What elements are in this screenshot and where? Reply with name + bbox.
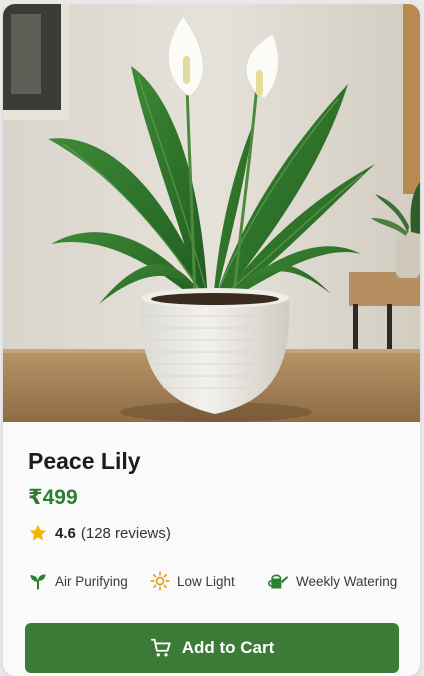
product-image: [3, 4, 420, 422]
sprout-icon: [30, 574, 46, 590]
watering-can-icon: [268, 574, 288, 589]
feature-list: Air Purifying Low Light Weekly Watering: [28, 569, 400, 593]
rating-count: (128 reviews): [80, 524, 171, 542]
cart-icon: [150, 638, 171, 657]
feature-low-light: Low Light: [150, 569, 235, 593]
sun-icon: [150, 571, 170, 591]
feature-air-purifying: Air Purifying: [28, 569, 128, 593]
rating: 4.6 (128 reviews): [28, 522, 171, 544]
product-title: Peace Lily: [28, 448, 141, 474]
product-card: Peace Lily ₹499 4.6 (128 reviews) Air Pu…: [3, 4, 420, 676]
product-price: ₹499: [28, 486, 78, 509]
feature-label: Weekly Watering: [296, 573, 398, 589]
feature-label: Air Purifying: [55, 573, 128, 589]
feature-label: Low Light: [177, 573, 235, 589]
add-to-cart-button[interactable]: Add to Cart: [25, 623, 399, 673]
star-icon: [29, 524, 47, 541]
rating-value: 4.6: [55, 524, 76, 542]
add-to-cart-label: Add to Cart: [181, 638, 275, 657]
feature-weekly-watering: Weekly Watering: [267, 569, 397, 593]
